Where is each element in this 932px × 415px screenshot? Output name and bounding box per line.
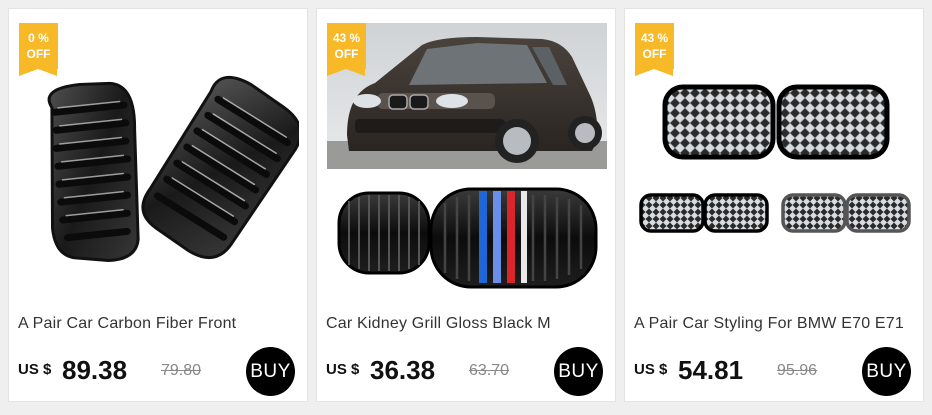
product-card[interactable]: 43 % OFF xyxy=(624,8,924,402)
product-image[interactable] xyxy=(327,23,607,301)
price-row: US $ 89.38 79.80 BUY xyxy=(18,347,303,398)
discount-off-label: OFF xyxy=(334,47,359,61)
currency-label: US $ xyxy=(326,361,360,378)
discount-badge: 43 % OFF xyxy=(327,23,366,76)
discount-badge: 43 % OFF xyxy=(635,23,674,76)
car-and-grille-image xyxy=(327,23,607,301)
discount-off-label: OFF xyxy=(642,47,667,61)
buy-button[interactable]: BUY xyxy=(246,347,295,396)
sale-price: 36.38 xyxy=(370,355,436,385)
discount-percent: 43 % xyxy=(640,31,669,45)
buy-button[interactable]: BUY xyxy=(862,347,911,396)
product-title[interactable]: A Pair Car Carbon Fiber Front xyxy=(18,315,303,333)
original-price: 79.80 xyxy=(161,362,202,379)
product-card[interactable]: 0 % OFF A Pair Car Carbon Fiber Front US… xyxy=(8,8,308,402)
product-title[interactable]: A Pair Car Styling For BMW E70 E71 xyxy=(634,315,919,333)
product-title[interactable]: Car Kidney Grill Gloss Black M xyxy=(326,315,611,333)
product-image[interactable] xyxy=(635,23,915,301)
discount-percent: 43 % xyxy=(332,31,361,45)
buy-button[interactable]: BUY xyxy=(554,347,603,396)
price-row: US $ 36.38 63.70 BUY xyxy=(326,347,611,398)
price-row: US $ 54.81 95.96 BUY xyxy=(634,347,919,398)
currency-label: US $ xyxy=(634,361,668,378)
discount-badge: 0 % OFF xyxy=(19,23,58,76)
sale-price: 89.38 xyxy=(62,355,128,385)
product-grid: 0 % OFF A Pair Car Carbon Fiber Front US… xyxy=(0,0,932,415)
discount-off-label: OFF xyxy=(26,47,51,61)
product-card[interactable]: 43 % OFF xyxy=(316,8,616,402)
grille-image xyxy=(47,75,299,263)
discount-percent: 0 % xyxy=(28,31,49,45)
diamond-grille-image xyxy=(639,84,911,233)
sale-price: 54.81 xyxy=(678,355,744,385)
product-image[interactable] xyxy=(19,23,299,301)
currency-label: US $ xyxy=(18,361,52,378)
original-price: 63.70 xyxy=(469,362,510,379)
original-price: 95.96 xyxy=(777,362,818,379)
